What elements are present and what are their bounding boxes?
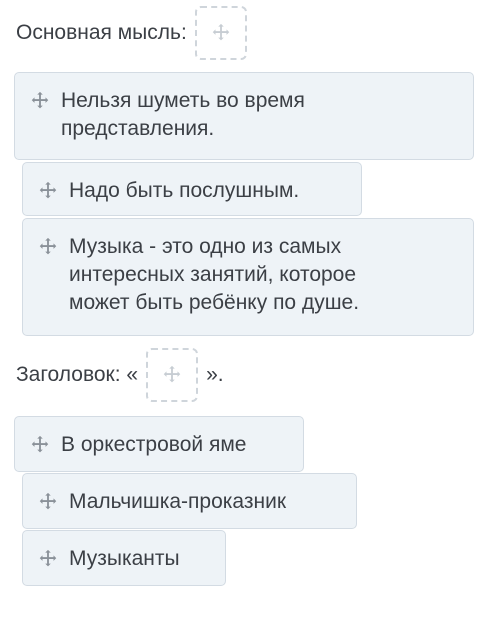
move-icon [163, 365, 181, 383]
title-label-suffix: ». [206, 363, 224, 386]
option-text: Музыканты [69, 547, 180, 570]
title-label-prefix: Заголовок: « [16, 363, 139, 386]
move-icon [37, 177, 59, 205]
move-icon [29, 431, 51, 459]
move-icon [37, 545, 59, 573]
move-icon [37, 488, 59, 516]
main-idea-row: Основная мысль: [16, 6, 247, 60]
title-option-1[interactable]: В оркестровой яме [14, 416, 304, 472]
main-idea-option-2[interactable]: Надо быть послушным. [22, 162, 362, 216]
main-idea-drop-slot[interactable] [194, 6, 247, 60]
move-icon [29, 87, 51, 115]
move-icon [212, 23, 230, 41]
option-text: Нельзя шуметь во время представления. [61, 89, 305, 140]
main-idea-option-1[interactable]: Нельзя шуметь во время представления. [14, 72, 474, 160]
title-option-3[interactable]: Музыканты [22, 530, 226, 586]
option-text: Надо быть послушным. [69, 179, 300, 202]
option-text: Музыка - это одно из самых интересных за… [69, 235, 360, 314]
title-drop-slot[interactable] [146, 348, 199, 402]
title-option-2[interactable]: Мальчишка-проказник [22, 473, 357, 529]
move-icon [37, 233, 59, 261]
option-text: В оркестровой яме [61, 433, 247, 456]
option-text: Мальчишка-проказник [69, 490, 287, 513]
main-idea-label: Основная мысль: [16, 21, 187, 44]
main-idea-option-3[interactable]: Музыка - это одно из самых интересных за… [22, 218, 474, 336]
title-row: Заголовок: « ». [16, 348, 224, 402]
